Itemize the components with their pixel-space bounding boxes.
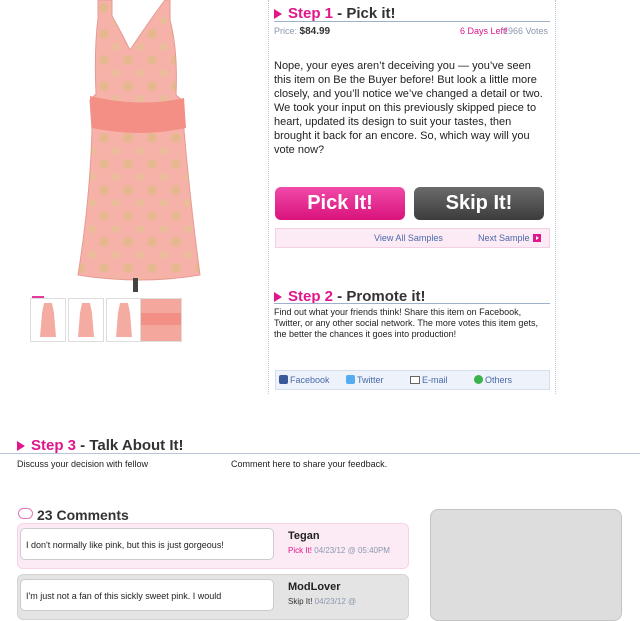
- price-row: Price: $84.99 6 Days Left! - 1966 Votes: [274, 26, 548, 40]
- step3-rule: [0, 453, 640, 454]
- step-arrow-icon: [274, 9, 282, 19]
- step3-title: - Talk About It!: [76, 437, 184, 454]
- comment-date: 04/23/12 @: [312, 597, 357, 606]
- twitter-label: Twitter: [357, 375, 384, 385]
- step1-rule: [274, 21, 550, 22]
- comment-vote: Skip It!: [288, 597, 313, 606]
- product-photo[interactable]: [0, 0, 262, 292]
- step1-title: - Pick it!: [333, 5, 396, 22]
- facebook-icon: [279, 375, 288, 384]
- dress-image: [77, 0, 201, 292]
- facebook-share[interactable]: Facebook: [279, 375, 330, 385]
- step3-number: Step 3: [31, 437, 77, 454]
- skip-it-button[interactable]: Skip It!: [414, 187, 544, 220]
- discuss-text: Discuss your decision with fellow: [17, 459, 149, 469]
- step-arrow-icon: [274, 292, 282, 302]
- step1-number: Step 1: [288, 5, 334, 22]
- comment-item: I'm just not a fan of this sickly sweet …: [17, 574, 409, 620]
- view-all-samples-link[interactable]: View All Samples: [374, 233, 443, 243]
- twitter-icon: [346, 375, 355, 384]
- promote-text: Find out what your friends think! Share …: [274, 307, 538, 339]
- social-share-bar: Facebook Twitter E-mail Others: [275, 370, 550, 390]
- thumbnail-3[interactable]: [106, 298, 142, 342]
- step2-rule: [274, 303, 550, 304]
- others-label: Others: [485, 375, 513, 385]
- vote-count: - 1966 Votes: [497, 26, 548, 36]
- comment-vote: Pick It!: [288, 546, 313, 555]
- comments-heading: 23 Comments: [18, 507, 129, 523]
- step-arrow-icon: [17, 441, 25, 451]
- feedback-prompt[interactable]: Comment here to share your feedback.: [231, 459, 387, 469]
- comments-count: 23 Comments: [37, 507, 129, 523]
- product-description: Nope, your eyes aren’t deceiving you — y…: [274, 60, 543, 156]
- thumbnail-2[interactable]: [68, 298, 104, 342]
- facebook-label: Facebook: [290, 375, 330, 385]
- comment-item: I don't normally like pink, but this is …: [17, 523, 409, 569]
- email-label: E-mail: [422, 375, 448, 385]
- email-icon: [410, 376, 420, 384]
- step1-heading: Step 1 - Pick it!: [274, 5, 396, 22]
- thumbnail-4[interactable]: [140, 298, 182, 342]
- pick-it-button[interactable]: Pick It!: [275, 187, 405, 220]
- comment-meta: Skip It! 04/23/12 @: [288, 596, 398, 607]
- next-arrow-icon: [532, 234, 541, 242]
- email-share[interactable]: E-mail: [410, 375, 448, 385]
- thumbnail-1[interactable]: [30, 298, 66, 342]
- step3-heading: Step 3 - Talk About It!: [17, 437, 184, 454]
- price-label: Price:: [274, 26, 298, 36]
- samples-bar: View All Samples Next Sample: [275, 228, 550, 248]
- comment-bubble-icon: [18, 508, 33, 519]
- others-share[interactable]: Others: [474, 375, 512, 385]
- comment-body: I'm just not a fan of this sickly sweet …: [20, 579, 274, 611]
- comment-meta: Pick It! 04/23/12 @ 05:40PM: [288, 545, 398, 556]
- others-icon: [474, 375, 483, 384]
- comment-body: I don't normally like pink, but this is …: [20, 528, 274, 560]
- comment-author[interactable]: ModLover: [288, 581, 341, 593]
- comment-input-box[interactable]: [430, 509, 622, 621]
- next-sample-label: Next Sample: [478, 233, 530, 243]
- comment-author[interactable]: Tegan: [288, 530, 320, 542]
- price-value: $84.99: [299, 26, 331, 37]
- twitter-share[interactable]: Twitter: [346, 375, 384, 385]
- next-sample-link[interactable]: Next Sample: [478, 233, 541, 243]
- comment-date: 04/23/12 @ 05:40PM: [312, 546, 390, 555]
